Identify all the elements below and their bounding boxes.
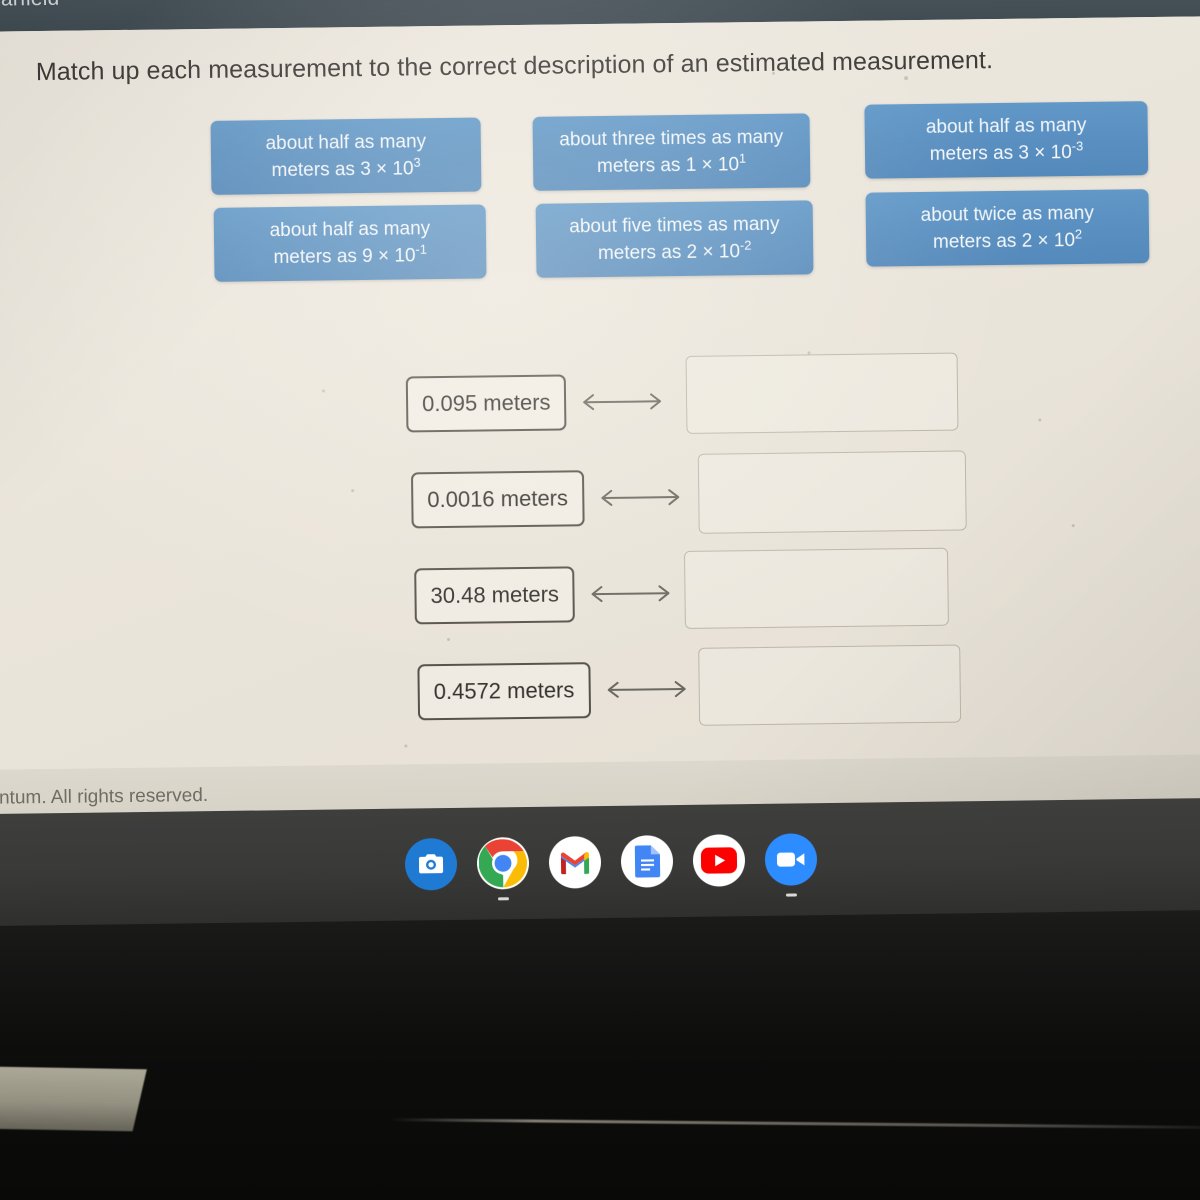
camera-icon[interactable] <box>404 837 458 891</box>
measurement-label: 0.4572 meters <box>417 662 591 721</box>
match-row: 0.095 meters <box>405 349 1007 453</box>
match-arrow-icon <box>598 678 694 701</box>
answer-tile-half-9eneg1[interactable]: about half as many meters as 9 × 10-1 <box>213 204 487 282</box>
answer-tile-line1: about half as many <box>269 218 431 242</box>
chromeos-shelf <box>0 797 1200 927</box>
app-running-indicator <box>785 893 797 897</box>
measurement-label: 0.095 meters <box>405 374 567 433</box>
assessment-page: barfield Mathematics Diagnostic Assessme… <box>0 0 1200 830</box>
match-arrow-icon <box>592 486 688 509</box>
measurement-label: 0.0016 meters <box>410 470 585 529</box>
answer-tile-line1: about five times as many <box>569 213 780 238</box>
answer-tile-line2: meters as 9 × 10-1 <box>273 241 428 268</box>
answer-drop-zone[interactable] <box>697 644 961 726</box>
match-arrow-icon <box>574 390 670 413</box>
answer-drop-zone[interactable] <box>697 450 967 534</box>
answer-drop-zone[interactable] <box>684 547 950 629</box>
shelf-app-list <box>0 798 1200 926</box>
answer-tile-half-3e3[interactable]: about half as many meters as 3 × 103 <box>210 117 482 195</box>
answer-tile-line1: about twice as many <box>920 203 1094 227</box>
photo-backdrop: barfield Mathematics Diagnostic Assessme… <box>0 0 1200 1200</box>
app-running-indicator <box>497 897 509 901</box>
screen-speck <box>1038 418 1042 422</box>
match-row: 30.48 meters <box>414 541 1015 645</box>
answer-tile-row-1: about half as many meters as 3 × 103 abo… <box>210 101 1152 195</box>
keyboard-edge <box>0 1066 147 1132</box>
question-prompt: Match up each measurement to the correct… <box>35 46 994 87</box>
answer-tile-row-2: about half as many meters as 9 × 10-1 ab… <box>212 189 1153 282</box>
measurement-label: 30.48 meters <box>414 566 576 625</box>
answer-tile-bank: about half as many meters as 3 × 103 abo… <box>210 101 1153 295</box>
chrome-icon[interactable] <box>476 836 530 901</box>
answer-tile-line1: about half as many <box>265 131 427 155</box>
docs-icon[interactable] <box>620 835 674 888</box>
answer-tile-line2: meters as 3 × 10-3 <box>929 138 1084 165</box>
gmail-icon[interactable] <box>548 836 602 889</box>
answer-tile-half-3eneg3[interactable]: about half as many meters as 3 × 10-3 <box>864 101 1149 179</box>
answer-tile-five-times-2eneg2[interactable]: about five times as many meters as 2 × 1… <box>535 200 814 278</box>
answer-tile-three-times-1e1[interactable]: about three times as many meters as 1 × … <box>532 113 811 191</box>
screen-speck <box>404 744 408 748</box>
answer-tile-line2: meters as 2 × 102 <box>932 226 1083 253</box>
screen-speck <box>321 389 325 393</box>
page-title: Mathematics Diagnostic Assessment <box>0 0 1200 6</box>
answer-drop-zone[interactable] <box>685 352 959 434</box>
matching-area: 0.095 meters 0.0016 meters 30.48 meters … <box>405 349 1012 741</box>
answer-tile-twice-2e2[interactable]: about twice as many meters as 2 × 102 <box>865 189 1150 267</box>
youtube-icon[interactable] <box>692 834 746 887</box>
answer-tile-line2: meters as 3 × 103 <box>271 154 421 181</box>
zoom-icon[interactable] <box>764 833 818 897</box>
answer-tile-line2: meters as 2 × 10-2 <box>597 237 752 264</box>
screen-speck <box>351 489 355 493</box>
answer-tile-line1: about three times as many <box>559 126 784 151</box>
screen-speck <box>1071 524 1075 528</box>
match-arrow-icon <box>583 582 679 605</box>
answer-tile-line2: meters as 1 × 101 <box>596 150 747 177</box>
assessment-content: Match up each measurement to the correct… <box>0 16 1200 772</box>
match-row: 0.0016 meters <box>410 445 1012 549</box>
screen-speck <box>904 76 909 81</box>
match-row: 0.4572 meters <box>417 637 1018 741</box>
answer-tile-line1: about half as many <box>925 115 1087 139</box>
copyright-text: ntum. All rights reserved. <box>0 784 209 809</box>
